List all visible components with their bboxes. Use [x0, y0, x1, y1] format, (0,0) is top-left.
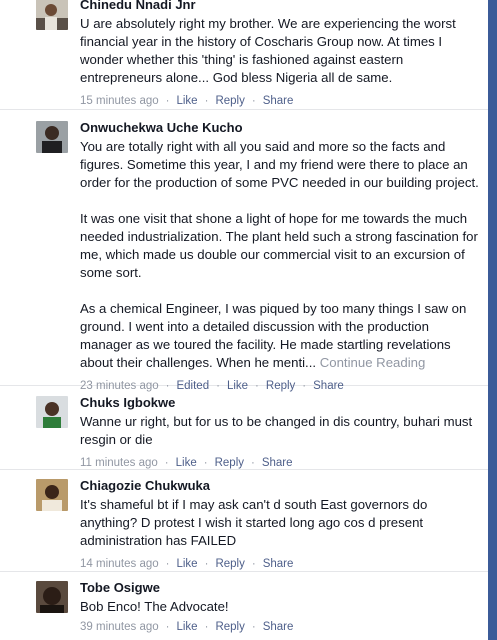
comment-author[interactable]: Chuks Igbokwe	[80, 394, 480, 411]
comment-timestamp[interactable]: 39 minutes ago	[80, 621, 159, 633]
comment-text: You are totally right with all you said …	[80, 138, 480, 372]
share-link[interactable]: Share	[263, 621, 294, 633]
share-link[interactable]: Share	[263, 95, 294, 107]
like-link[interactable]: Like	[176, 558, 197, 570]
comment-paragraph: It's shameful bt if I may ask can't d so…	[80, 497, 428, 548]
comments-feed: Chinedu Nnadi Jnr U are absolutely right…	[0, 0, 488, 640]
avatar[interactable]	[36, 396, 68, 428]
reply-link[interactable]: Reply	[215, 457, 244, 469]
share-link[interactable]: Share	[263, 558, 294, 570]
comment-item: Chiagozie Chukwuka It's shameful bt if I…	[0, 475, 488, 572]
comment-text: Bob Enco! The Advocate!	[80, 598, 480, 616]
comment-author[interactable]: Chiagozie Chukwuka	[80, 477, 480, 494]
comment-author[interactable]: Chinedu Nnadi Jnr	[80, 0, 480, 13]
comment-paragraph: Bob Enco! The Advocate!	[80, 599, 229, 614]
comment-item: Onwuchekwa Uche Kucho You are totally ri…	[0, 117, 488, 392]
avatar[interactable]	[36, 581, 68, 613]
comment-meta: 39 minutes ago · Like · Reply · Share	[80, 621, 294, 633]
reply-link[interactable]: Reply	[266, 380, 295, 392]
share-link[interactable]: Share	[262, 457, 293, 469]
comment-text: U are absolutely right my brother. We ar…	[80, 15, 480, 87]
comment-timestamp[interactable]: 23 minutes ago	[80, 380, 159, 392]
comment-timestamp[interactable]: 11 minutes ago	[80, 457, 158, 469]
comment-text: It's shameful bt if I may ask can't d so…	[80, 496, 480, 550]
like-link[interactable]: Like	[176, 457, 197, 469]
like-link[interactable]: Like	[176, 621, 197, 633]
edited-link[interactable]: Edited	[176, 380, 209, 392]
like-link[interactable]: Like	[227, 380, 248, 392]
comment-timestamp[interactable]: 15 minutes ago	[80, 95, 159, 107]
reply-link[interactable]: Reply	[215, 95, 244, 107]
comment-author[interactable]: Onwuchekwa Uche Kucho	[80, 119, 480, 136]
comment-paragraph: Wanne ur right, but for us to be changed…	[80, 414, 473, 447]
reply-link[interactable]: Reply	[215, 621, 244, 633]
avatar[interactable]	[36, 479, 68, 511]
share-link[interactable]: Share	[313, 380, 344, 392]
comment-meta: 14 minutes ago · Like · Reply · Share	[80, 558, 294, 570]
comment-paragraph: You are totally right with all you said …	[80, 139, 479, 190]
like-link[interactable]: Like	[176, 95, 197, 107]
comment-text: Wanne ur right, but for us to be changed…	[80, 413, 480, 449]
comment-meta: 11 minutes ago · Like · Reply · Share	[80, 457, 293, 469]
comment-item: Chuks Igbokwe Wanne ur right, but for us…	[0, 392, 488, 470]
comment-paragraph: It was one visit that shone a light of h…	[80, 211, 478, 280]
comment-meta: 15 minutes ago · Like · Reply · Share	[80, 95, 294, 107]
comment-paragraph: U are absolutely right my brother. We ar…	[80, 16, 456, 85]
comment-item: Chinedu Nnadi Jnr U are absolutely right…	[0, 0, 488, 110]
comment-author[interactable]: Tobe Osigwe	[80, 579, 480, 596]
comment-item: Tobe Osigwe Bob Enco! The Advocate! 39 m…	[0, 577, 488, 640]
avatar[interactable]	[36, 0, 68, 30]
comment-timestamp[interactable]: 14 minutes ago	[80, 558, 159, 570]
continue-reading-link[interactable]: Continue Reading	[320, 355, 426, 370]
reply-link[interactable]: Reply	[215, 558, 244, 570]
comment-paragraph: As a chemical Engineer, I was piqued by …	[80, 301, 467, 370]
avatar[interactable]	[36, 121, 68, 153]
side-rail	[488, 0, 497, 640]
